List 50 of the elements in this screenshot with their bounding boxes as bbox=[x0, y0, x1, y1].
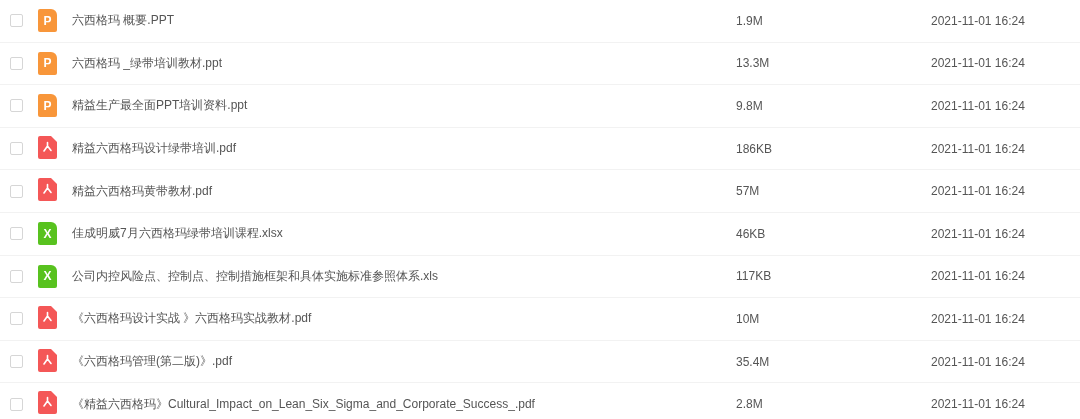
file-name[interactable]: 精益六西格玛设计绿带培训.pdf bbox=[72, 140, 736, 158]
ppt-file-icon: P bbox=[38, 94, 57, 118]
checkbox[interactable] bbox=[10, 14, 23, 28]
checkbox[interactable] bbox=[10, 99, 23, 113]
file-name[interactable]: 《六西格玛管理(第二版)》.pdf bbox=[72, 353, 736, 371]
file-name[interactable]: 六西格玛 _绿带培训教材.ppt bbox=[72, 54, 736, 72]
file-name[interactable]: 《六西格玛设计实战 》六西格玛实战教材.pdf bbox=[72, 310, 736, 328]
modified-date: 2021-11-01 16:24 bbox=[931, 56, 1026, 71]
file-size: 9.8M bbox=[736, 99, 764, 113]
checkbox[interactable] bbox=[10, 56, 23, 70]
modified-date: 2021-11-01 16:24 bbox=[931, 226, 1026, 241]
ppt-file-icon: P bbox=[38, 51, 57, 75]
checkbox[interactable] bbox=[10, 227, 23, 241]
checkbox[interactable] bbox=[10, 355, 23, 369]
file-size: 2.8M bbox=[736, 397, 764, 412]
pdf-file-icon bbox=[38, 391, 57, 415]
modified-date: 2021-11-01 16:24 bbox=[931, 141, 1026, 156]
pdf-file-icon bbox=[38, 178, 57, 202]
file-size: 10M bbox=[736, 311, 761, 326]
checkbox[interactable] bbox=[10, 142, 23, 156]
file-name[interactable]: 六西格玛 概要.PPT bbox=[72, 12, 736, 30]
file-size: 186KB bbox=[736, 141, 774, 156]
file-name[interactable]: 精益六西格玛黄带教材.pdf bbox=[72, 182, 736, 200]
modified-date: 2021-11-01 16:24 bbox=[931, 13, 1026, 28]
xls-file-icon: X bbox=[38, 264, 57, 288]
modified-date: 2021-11-01 16:24 bbox=[931, 311, 1026, 326]
xls-file-icon: X bbox=[38, 222, 57, 246]
file-name[interactable]: 公司内控风险点、控制点、控制措施框架和具体实施标准参照体系.xls bbox=[72, 267, 736, 285]
ppt-file-icon: P bbox=[38, 9, 57, 33]
file-size: 1.9M bbox=[736, 13, 764, 28]
modified-date: 2021-11-01 16:24 bbox=[931, 269, 1026, 284]
checkbox[interactable] bbox=[10, 184, 23, 198]
pdf-file-icon bbox=[38, 305, 57, 329]
file-size: 13.3M bbox=[736, 56, 771, 71]
checkbox[interactable] bbox=[10, 397, 23, 411]
checkbox[interactable] bbox=[10, 312, 23, 326]
file-size: 57M bbox=[736, 184, 761, 199]
file-name[interactable]: 精益生产最全面PPT培训资料.ppt bbox=[72, 97, 736, 115]
file-size: 117KB bbox=[736, 269, 773, 284]
file-name[interactable]: 佳成明威7月六西格玛绿带培训课程.xlsx bbox=[72, 225, 736, 243]
pdf-file-icon bbox=[38, 135, 57, 159]
file-size: 46KB bbox=[736, 226, 767, 241]
modified-date: 2021-11-01 16:24 bbox=[931, 397, 1026, 412]
file-size: 35.4M bbox=[736, 354, 771, 369]
checkbox[interactable] bbox=[10, 269, 23, 283]
modified-date: 2021-11-01 16:24 bbox=[931, 354, 1026, 369]
modified-date: 2021-11-01 16:24 bbox=[931, 99, 1026, 113]
file-name[interactable]: 《精益六西格玛》Cultural_Impact_on_Lean_Six_Sigma_and_Corporate_Success_.pdf bbox=[72, 395, 736, 413]
modified-date: 2021-11-01 16:24 bbox=[931, 184, 1026, 199]
pdf-file-icon bbox=[38, 348, 57, 372]
